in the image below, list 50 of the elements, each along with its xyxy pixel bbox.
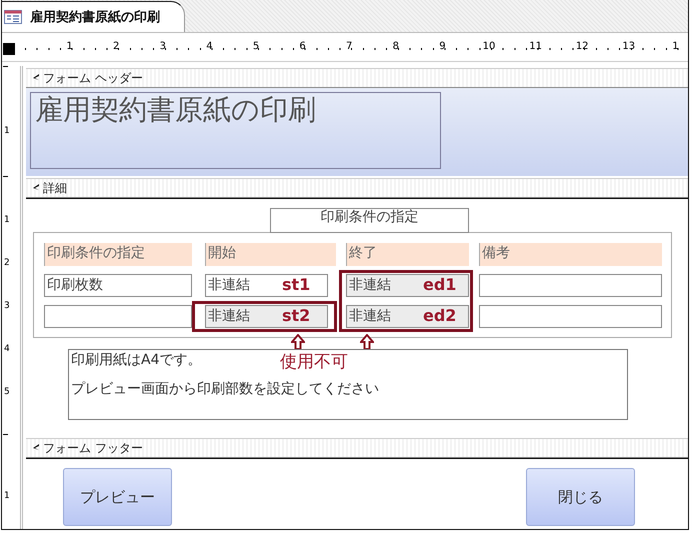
group-title: 印刷条件の指定: [270, 208, 469, 233]
ruler-number: 8: [392, 41, 399, 52]
field-label: 印刷条件の指定: [44, 243, 192, 266]
form-icon: [4, 10, 22, 24]
note-line: プレビュー画面から印刷部数を設定してください: [71, 380, 379, 398]
collapse-icon[interactable]: [32, 184, 40, 192]
ruler-number: 11: [529, 41, 542, 52]
field-label: 開始: [205, 243, 336, 266]
section-label: フォーム ヘッダー: [43, 70, 143, 86]
text-field[interactable]: [479, 305, 662, 328]
ruler-number: 2: [4, 258, 10, 268]
ruler-number: 9: [439, 41, 446, 52]
ruler-number: 13: [622, 41, 636, 52]
ruler-number: 1: [66, 41, 73, 52]
form-title: 雇用契約書原紙の印刷: [30, 92, 441, 169]
annotation-label: st1: [282, 275, 310, 295]
section-label: 詳細: [43, 180, 67, 196]
ruler-number: 5: [252, 41, 260, 52]
ruler-number: 3: [4, 301, 10, 311]
annotation-label: ed2: [423, 306, 456, 326]
text-field[interactable]: [44, 305, 192, 328]
ruler-number: 12: [576, 41, 589, 52]
ruler-number: 10: [482, 41, 496, 52]
note-line: 印刷用紙はA4です。: [71, 351, 202, 369]
ruler-number: 4: [4, 344, 10, 354]
collapse-icon[interactable]: [32, 444, 40, 452]
ruler-number: 1: [4, 215, 10, 225]
collapse-icon[interactable]: [32, 74, 40, 82]
text-field[interactable]: [479, 274, 662, 297]
annotation-label: st2: [282, 306, 310, 326]
field-label: 備考: [479, 243, 662, 266]
up-arrow-icon: [291, 334, 305, 350]
ruler-number: 1: [4, 491, 10, 501]
ruler-number: 1: [4, 126, 10, 136]
ruler-number: 5: [4, 387, 10, 397]
ruler-number: 1: [672, 41, 679, 52]
field-label: 終了: [346, 243, 469, 266]
ruler-number: 6: [299, 41, 306, 52]
ruler-number: 2: [113, 41, 120, 52]
text-field[interactable]: 印刷枚数: [44, 274, 192, 297]
command-button[interactable]: プレビュー: [63, 468, 172, 526]
command-button[interactable]: 閉じる: [526, 468, 635, 526]
ruler-number: 4: [206, 41, 213, 52]
annotation-label: ed1: [423, 275, 456, 295]
document-tab[interactable]: 雇用契約書原紙の印刷: [2, 1, 185, 32]
ruler-number: 3: [160, 41, 166, 52]
ruler-number: 7: [346, 41, 352, 52]
section-label: フォーム フッター: [43, 440, 143, 456]
up-arrow-icon: [360, 334, 374, 350]
callout-text: 使用不可: [280, 351, 348, 373]
